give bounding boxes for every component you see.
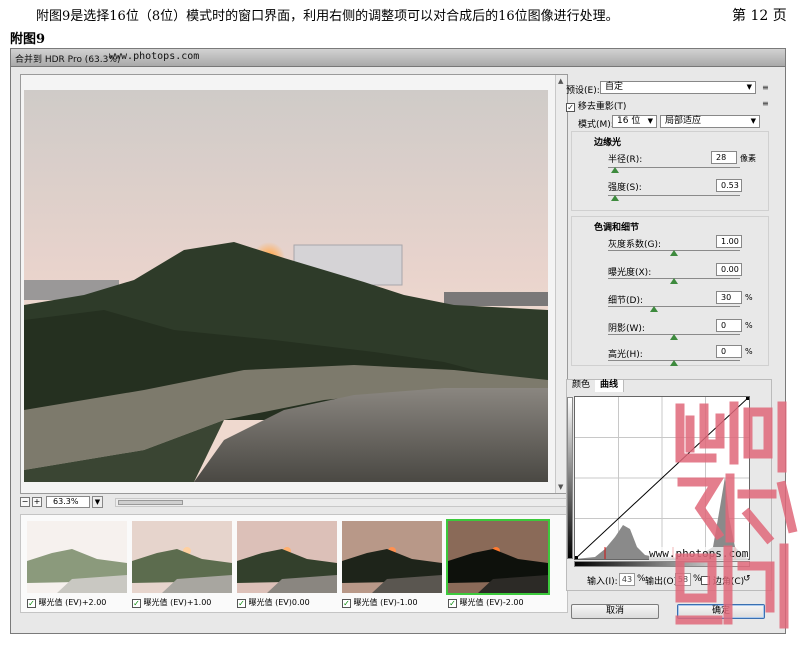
- figure-label: 附图9: [10, 32, 46, 47]
- hdr-preview-image[interactable]: [24, 90, 548, 482]
- bit-depth-select[interactable]: 16 位 ▼: [612, 115, 657, 128]
- detail-slider-track[interactable]: [608, 306, 740, 307]
- window-title: 合并到 HDR Pro (63.3%): [15, 55, 121, 65]
- remove-ghosts-label: 移去重影(T): [577, 102, 627, 112]
- document-paragraph: 附图9是选择16位（8位）模式时的窗口界面，利用右侧的调整项可以对合成后的16位…: [36, 9, 619, 24]
- shadow-label: 阴影(W):: [608, 324, 645, 334]
- bit-depth-value: 16 位: [617, 116, 641, 126]
- thumbnail-ev-plus1[interactable]: [132, 521, 232, 593]
- include-checkbox[interactable]: ✓: [132, 599, 141, 608]
- zoom-in-button[interactable]: +: [32, 497, 42, 507]
- include-checkbox[interactable]: ✓: [237, 599, 246, 608]
- thumbnail-label: 曝光值 (EV)0.00: [248, 598, 310, 607]
- thumbnail-ev-minus2[interactable]: [446, 519, 550, 595]
- strength-slider-track[interactable]: [608, 195, 740, 196]
- shadow-slider-knob[interactable]: [670, 334, 678, 340]
- detail-label: 细节(D):: [608, 296, 643, 306]
- thumbnail-label: 曝光值 (EV)+1.00: [143, 598, 212, 607]
- preset-menu-icon[interactable]: ≡: [762, 83, 769, 92]
- page-number: 第 12 页: [732, 8, 787, 24]
- exposure-label: 曝光度(X):: [608, 268, 652, 278]
- preset-select[interactable]: 自定 ▼: [600, 81, 756, 94]
- method-value: 局部适应: [665, 116, 702, 126]
- scroll-thumb[interactable]: [118, 500, 183, 505]
- edge-glow-group: 边缘光 半径(R): 28 像素 强度(S): 0.53: [571, 131, 769, 211]
- radius-unit: 像素: [740, 154, 756, 163]
- highlight-unit: %: [745, 347, 753, 356]
- highlight-input[interactable]: 0: [716, 345, 742, 358]
- zoom-out-button[interactable]: −: [20, 497, 30, 507]
- edge-glow-title: 边缘光: [594, 138, 622, 148]
- thumbnail-caption: ✓ 曝光值 (EV)-2.00: [448, 597, 552, 609]
- remove-ghosts-checkbox[interactable]: ✓: [566, 103, 575, 112]
- ghost-menu-icon[interactable]: ≡: [762, 99, 769, 108]
- zoom-bar: − + 63.3% ▼: [20, 496, 568, 510]
- scroll-down-icon[interactable]: ▼: [558, 483, 563, 491]
- dropdown-arrow-icon: ▼: [647, 117, 653, 125]
- tab-curve[interactable]: 曲线: [595, 380, 625, 392]
- detail-slider-knob[interactable]: [650, 306, 659, 312]
- thumbnail-caption: ✓ 曝光值 (EV)-1.00: [342, 597, 446, 609]
- exposure-input[interactable]: 0.00: [716, 263, 742, 276]
- title-watermark: www.photops.com: [109, 51, 200, 62]
- radius-slider-track[interactable]: [608, 167, 740, 168]
- remove-ghosts-row: ✓ 移去重影(T): [566, 99, 626, 112]
- detail-unit: %: [745, 293, 753, 302]
- strength-input[interactable]: 0.53: [716, 179, 742, 192]
- scroll-up-icon[interactable]: ▲: [558, 77, 563, 85]
- dropdown-arrow-icon: ▼: [746, 83, 752, 91]
- strength-slider-knob[interactable]: [610, 195, 619, 201]
- thumbnail-caption: ✓ 曝光值 (EV)+1.00: [132, 597, 236, 609]
- red-seal-stamp: [675, 401, 798, 629]
- source-filmstrip: ✓ 曝光值 (EV)+2.00 ✓ 曝光值 (EV)+1.00 ✓ 曝光值 (E…: [20, 514, 568, 613]
- detail-input[interactable]: 30: [716, 291, 742, 304]
- thumbnail-ev-0[interactable]: [237, 521, 337, 593]
- strength-label: 强度(S):: [608, 183, 642, 193]
- tone-detail-group: 色调和细节 灰度系数(G): 1.00 曝光度(X): 0.00 细节(D): …: [571, 216, 769, 366]
- dropdown-arrow-icon: ▼: [750, 117, 756, 125]
- highlight-slider-knob[interactable]: [670, 360, 678, 366]
- radius-slider-knob[interactable]: [610, 167, 619, 173]
- zoom-dropdown-icon[interactable]: ▼: [92, 496, 103, 508]
- thumbnail-caption: ✓ 曝光值 (EV)0.00: [237, 597, 341, 609]
- shadow-unit: %: [745, 321, 753, 330]
- mode-label: 模式(M):: [578, 120, 614, 130]
- image-preview-panel: ▲ ▼: [20, 74, 568, 494]
- tab-color[interactable]: 颜色: [567, 380, 597, 392]
- shadow-input[interactable]: 0: [716, 319, 742, 332]
- preset-label: 预设(E):: [566, 86, 600, 96]
- gamma-input[interactable]: 1.00: [716, 235, 742, 248]
- tone-detail-title: 色调和细节: [594, 223, 640, 233]
- window-titlebar[interactable]: 合并到 HDR Pro (63.3%) www.photops.com: [11, 49, 785, 67]
- cancel-button[interactable]: 取消: [571, 604, 659, 619]
- thumbnail-label: 曝光值 (EV)-2.00: [459, 598, 524, 607]
- include-checkbox[interactable]: ✓: [27, 599, 36, 608]
- thumbnail-label: 曝光值 (EV)+2.00: [38, 598, 107, 607]
- include-checkbox[interactable]: ✓: [342, 599, 351, 608]
- thumbnail-caption: ✓ 曝光值 (EV)+2.00: [27, 597, 131, 609]
- radius-input[interactable]: 28: [711, 151, 737, 164]
- input-label: 输入(I):: [587, 577, 618, 587]
- thumbnail-ev-minus1[interactable]: [342, 521, 442, 593]
- method-select[interactable]: 局部适应 ▼: [660, 115, 760, 128]
- radius-label: 半径(R):: [608, 155, 643, 165]
- preset-value: 自定: [605, 82, 624, 92]
- input-value[interactable]: 43: [619, 573, 635, 586]
- include-checkbox[interactable]: ✓: [448, 599, 457, 608]
- zoom-level-field[interactable]: 63.3%: [46, 496, 90, 508]
- preview-horizontal-scrollbar[interactable]: [115, 498, 568, 507]
- output-gradient-bar: [567, 397, 573, 559]
- gamma-slider-knob[interactable]: [670, 250, 678, 256]
- thumbnail-label: 曝光值 (EV)-1.00: [353, 598, 418, 607]
- gamma-label: 灰度系数(G):: [608, 240, 662, 250]
- thumbnail-ev-plus2[interactable]: [27, 521, 127, 593]
- exposure-slider-knob[interactable]: [670, 278, 678, 284]
- highlight-label: 高光(H):: [608, 350, 643, 360]
